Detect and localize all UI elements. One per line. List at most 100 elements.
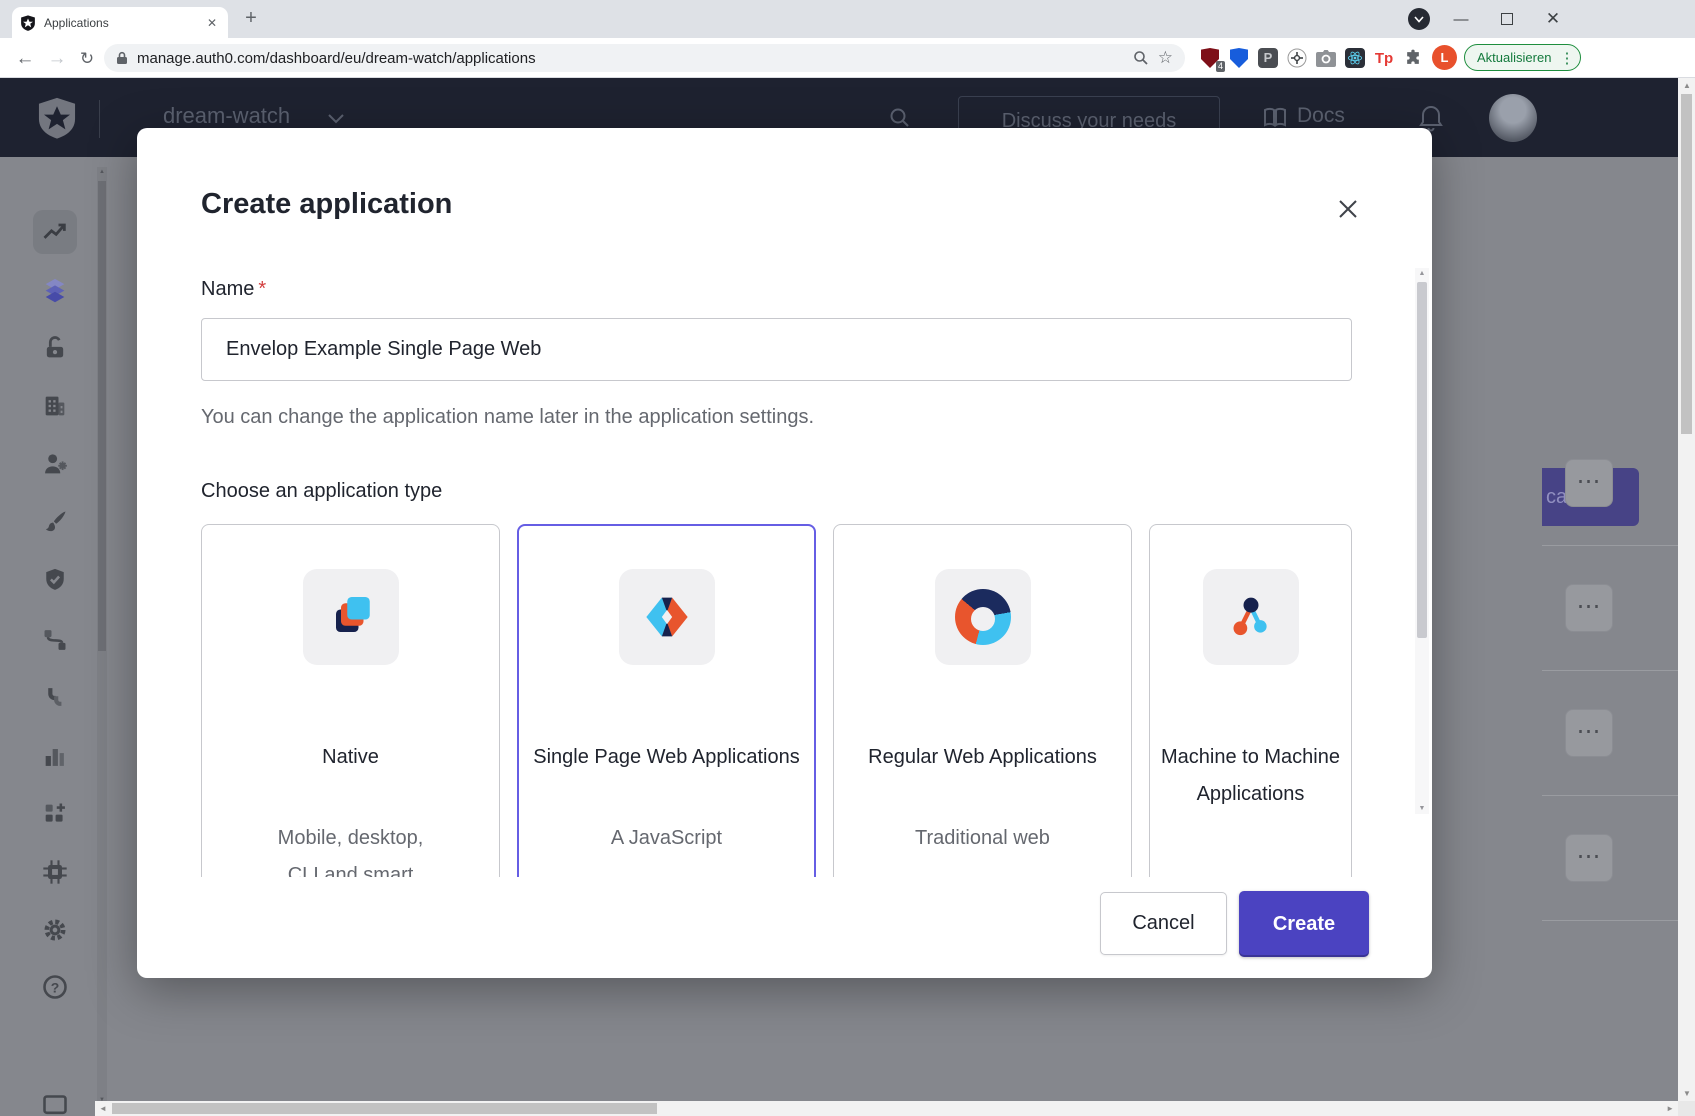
applications-layers-icon[interactable] xyxy=(41,276,69,304)
security-shield-icon[interactable] xyxy=(41,566,69,594)
user-management-icon[interactable] xyxy=(41,450,69,478)
marketplace-icon[interactable] xyxy=(41,800,69,828)
tenant-chevron-down-icon xyxy=(328,114,344,124)
selector-extension-icon[interactable] xyxy=(1286,47,1308,69)
card-native[interactable]: Native Mobile, desktop, CLI and smart xyxy=(201,524,500,877)
reload-button[interactable]: ↻ xyxy=(74,46,100,72)
update-button[interactable]: Aktualisieren ⋮ xyxy=(1464,44,1581,71)
application-name-input[interactable] xyxy=(201,318,1352,381)
auth-pipeline-icon[interactable] xyxy=(41,684,69,712)
page-horizontal-scrollbar[interactable]: ◄ ► xyxy=(95,1101,1678,1116)
row-actions-button[interactable]: ⋯ xyxy=(1565,584,1613,632)
create-button[interactable]: Create xyxy=(1239,891,1369,957)
close-icon xyxy=(1337,198,1359,220)
card-description: A JavaScript xyxy=(519,820,814,857)
choose-type-label: Choose an application type xyxy=(201,480,442,503)
modal-scrollbar[interactable]: ▲ ▼ xyxy=(1415,268,1429,814)
card-single-page-web[interactable]: Single Page Web Applications A JavaScrip… xyxy=(517,524,816,877)
row-actions-button[interactable]: ⋯ xyxy=(1565,459,1613,507)
extensions-puzzle-icon[interactable] xyxy=(1402,47,1424,69)
create-application-modal: Create application Name* You can change … xyxy=(137,128,1432,978)
modal-title: Create application xyxy=(201,188,452,221)
table-row-divider xyxy=(1542,920,1695,921)
svg-text:?: ? xyxy=(51,979,60,995)
url-text: manage.auth0.com/dashboard/eu/dream-watc… xyxy=(137,50,1124,67)
required-asterisk: * xyxy=(258,278,266,300)
browser-tab[interactable]: Applications ✕ xyxy=(12,7,228,38)
window-minimize-button[interactable]: — xyxy=(1438,0,1484,38)
window-close-button[interactable]: ✕ xyxy=(1530,0,1576,38)
header-divider xyxy=(99,100,100,138)
cancel-button[interactable]: Cancel xyxy=(1100,892,1227,955)
regular-web-icon xyxy=(935,569,1031,665)
back-button[interactable]: ← xyxy=(12,46,38,72)
tab-title: Applications xyxy=(44,16,204,30)
modal-close-button[interactable] xyxy=(1329,190,1367,228)
name-label: Name* xyxy=(201,278,266,301)
update-menu-icon[interactable]: ⋮ xyxy=(1559,49,1574,67)
card-regular-web[interactable]: Regular Web Applications Traditional web xyxy=(833,524,1132,877)
search-icon[interactable] xyxy=(888,106,912,130)
tab-close-icon[interactable]: ✕ xyxy=(204,16,220,30)
window-maximize-button[interactable] xyxy=(1484,0,1530,38)
table-row-divider xyxy=(1542,545,1695,546)
card-title: Single Page Web Applications xyxy=(519,739,814,776)
bookmark-star-icon[interactable]: ☆ xyxy=(1158,48,1173,68)
activity-chart-icon[interactable] xyxy=(41,218,69,246)
sidebar-scrollbar[interactable]: ▲ ▼ xyxy=(97,167,107,1105)
sidebar-scrollbar-thumb[interactable] xyxy=(98,181,106,651)
monitoring-bars-icon[interactable] xyxy=(41,742,69,770)
row-actions-button[interactable]: ⋯ xyxy=(1565,709,1613,757)
auth0-logo xyxy=(36,97,78,139)
p-extension-icon[interactable]: P xyxy=(1257,47,1279,69)
bottom-partial-icon[interactable] xyxy=(41,1093,69,1116)
ellipsis-icon: ⋯ xyxy=(1577,718,1602,745)
browser-profile-avatar[interactable]: L xyxy=(1432,45,1457,70)
adblock-extension-icon[interactable]: 4 xyxy=(1199,47,1221,69)
card-description: Mobile, desktop, CLI and smart xyxy=(202,820,499,877)
application-type-cards: Native Mobile, desktop, CLI and smart Si… xyxy=(201,524,1352,877)
user-avatar[interactable] xyxy=(1489,94,1537,142)
auth0-favicon xyxy=(20,15,36,31)
docs-book-icon xyxy=(1263,107,1287,129)
ellipsis-icon: ⋯ xyxy=(1577,593,1602,620)
branding-brush-icon[interactable] xyxy=(41,508,69,536)
card-machine-to-machine[interactable]: Machine to Machine Applications xyxy=(1149,524,1352,877)
m2m-icon xyxy=(1203,569,1299,665)
extensions-chip-icon[interactable] xyxy=(41,858,69,886)
password-manager-extension-icon[interactable] xyxy=(1228,47,1250,69)
address-bar[interactable]: manage.auth0.com/dashboard/eu/dream-watc… xyxy=(104,44,1185,72)
vertical-scrollbar-thumb[interactable] xyxy=(1681,94,1692,434)
docs-link[interactable]: Docs xyxy=(1297,104,1345,128)
settings-gear-icon[interactable] xyxy=(41,916,69,944)
scrollbar-corner xyxy=(1678,1101,1695,1116)
row-actions-button[interactable]: ⋯ xyxy=(1565,834,1613,882)
actions-flow-icon[interactable] xyxy=(41,626,69,654)
card-title: Native xyxy=(202,739,499,776)
browser-window: Applications ✕ + — ✕ ← → ↻ manage.auth0.… xyxy=(0,0,1695,1116)
table-row-divider xyxy=(1542,795,1695,796)
react-devtools-extension-icon[interactable] xyxy=(1344,47,1366,69)
tp-extension-icon[interactable]: Tp xyxy=(1373,47,1395,69)
screenshot-extension-icon[interactable] xyxy=(1315,47,1337,69)
ellipsis-icon: ⋯ xyxy=(1577,468,1602,495)
zoom-icon[interactable] xyxy=(1133,50,1149,66)
horizontal-scrollbar-thumb[interactable] xyxy=(112,1103,657,1114)
app-sidebar: ? ▲ ▼ xyxy=(0,157,110,1116)
chevron-down-icon xyxy=(1414,16,1424,23)
ellipsis-icon: ⋯ xyxy=(1577,843,1602,870)
help-icon[interactable]: ? xyxy=(41,973,69,1001)
card-title: Regular Web Applications xyxy=(834,739,1131,776)
card-title: Machine to Machine Applications xyxy=(1150,739,1351,813)
native-icon xyxy=(303,569,399,665)
page-vertical-scrollbar[interactable]: ▲ ▼ xyxy=(1678,78,1695,1101)
authentication-lock-icon[interactable] xyxy=(41,334,69,362)
tenant-switcher[interactable]: dream-watch xyxy=(163,103,290,129)
card-description: Traditional web xyxy=(834,820,1131,857)
modal-scrollbar-thumb[interactable] xyxy=(1417,282,1427,638)
organizations-building-icon[interactable] xyxy=(41,392,69,420)
tab-search-button[interactable] xyxy=(1408,8,1430,30)
new-tab-button[interactable]: + xyxy=(238,6,264,32)
name-help-text: You can change the application name late… xyxy=(201,406,814,429)
table-row-divider xyxy=(1542,670,1695,671)
